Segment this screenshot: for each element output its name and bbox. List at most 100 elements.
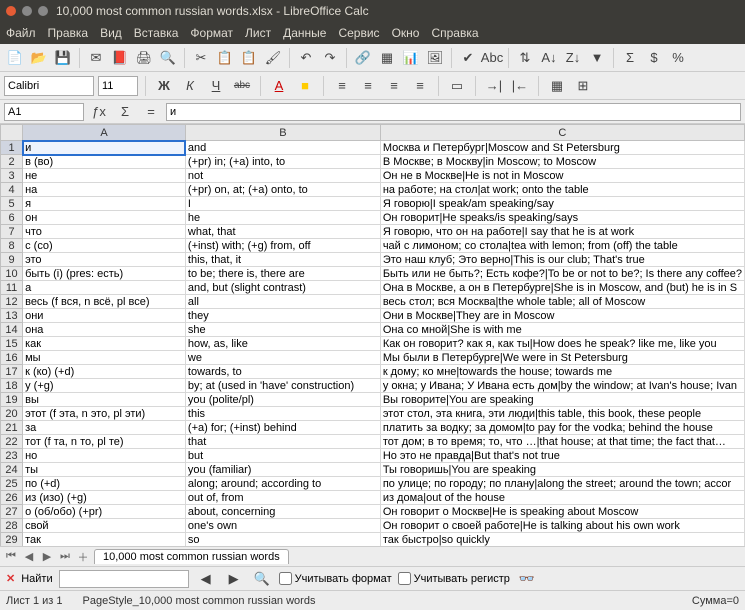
column-header[interactable]: C bbox=[380, 125, 744, 141]
cell[interactable]: к дому; ко мне|towards the house; toward… bbox=[380, 365, 744, 379]
row-header[interactable]: 29 bbox=[1, 533, 23, 547]
cell[interactable]: to be; there is, there are bbox=[185, 267, 380, 281]
function-wizard-icon[interactable]: ƒx bbox=[88, 101, 110, 123]
cell[interactable]: Они в Москве|They are in Moscow bbox=[380, 309, 744, 323]
column-header[interactable]: B bbox=[185, 125, 380, 141]
row-header[interactable]: 27 bbox=[1, 505, 23, 519]
cell[interactable]: к (ко) (+d) bbox=[23, 365, 186, 379]
cell[interactable]: they bbox=[185, 309, 380, 323]
formula-input[interactable] bbox=[166, 103, 741, 121]
cell[interactable]: ты bbox=[23, 463, 186, 477]
cell[interactable]: this bbox=[185, 407, 380, 421]
cell[interactable]: this, that, it bbox=[185, 253, 380, 267]
find-all-icon[interactable]: 🔍 bbox=[251, 568, 273, 590]
cell[interactable]: по улице; по городу; по плану|along the … bbox=[380, 477, 744, 491]
cell[interactable]: так bbox=[23, 533, 186, 547]
window-maximize-icon[interactable] bbox=[38, 6, 48, 16]
cell[interactable]: не bbox=[23, 169, 186, 183]
sum-icon[interactable]: Σ bbox=[114, 101, 136, 123]
row-header[interactable]: 9 bbox=[1, 253, 23, 267]
cell[interactable]: and bbox=[185, 141, 380, 155]
align-center-icon[interactable]: ≡ bbox=[357, 75, 379, 97]
cell[interactable]: one's own bbox=[185, 519, 380, 533]
row-header[interactable]: 1 bbox=[1, 141, 23, 155]
menu-sheet[interactable]: Лист bbox=[245, 26, 271, 40]
cell[interactable]: так быстро|so quickly bbox=[380, 533, 744, 547]
cell[interactable]: и bbox=[23, 141, 186, 155]
row-header[interactable]: 24 bbox=[1, 463, 23, 477]
font-color-icon[interactable]: A bbox=[268, 75, 290, 97]
cell[interactable]: это bbox=[23, 253, 186, 267]
cell[interactable]: you (polite/pl) bbox=[185, 393, 380, 407]
cell[interactable]: Она со мной|She is with me bbox=[380, 323, 744, 337]
row-header[interactable]: 19 bbox=[1, 393, 23, 407]
row-header[interactable]: 8 bbox=[1, 239, 23, 253]
cell[interactable]: с (со) bbox=[23, 239, 186, 253]
tab-add-icon[interactable]: ＋ bbox=[76, 550, 90, 564]
cell[interactable]: я bbox=[23, 197, 186, 211]
cell[interactable]: what, that bbox=[185, 225, 380, 239]
row-header[interactable]: 7 bbox=[1, 225, 23, 239]
row-header[interactable]: 22 bbox=[1, 435, 23, 449]
cell[interactable]: Он говорит о Москве|He is speaking about… bbox=[380, 505, 744, 519]
menu-insert[interactable]: Вставка bbox=[134, 26, 179, 40]
mail-icon[interactable]: ✉ bbox=[85, 47, 107, 69]
cell[interactable]: Она в Москве, а он в Петербурге|She is i… bbox=[380, 281, 744, 295]
find-close-icon[interactable]: ✕ bbox=[6, 572, 15, 585]
cell[interactable]: на bbox=[23, 183, 186, 197]
cell[interactable]: she bbox=[185, 323, 380, 337]
open-icon[interactable]: 📂 bbox=[28, 47, 50, 69]
cell[interactable]: за bbox=[23, 421, 186, 435]
cell[interactable]: all bbox=[185, 295, 380, 309]
cell[interactable]: свой bbox=[23, 519, 186, 533]
match-case-checkbox[interactable]: Учитывать регистр bbox=[398, 572, 510, 585]
underline-button[interactable]: Ч bbox=[205, 75, 227, 97]
cell[interactable]: этот (f эта, n это, pl эти) bbox=[23, 407, 186, 421]
cell[interactable]: В Москве; в Москву|in Moscow; to Moscow bbox=[380, 155, 744, 169]
cell[interactable]: (+a) for; (+inst) behind bbox=[185, 421, 380, 435]
menu-file[interactable]: Файл bbox=[6, 26, 36, 40]
cell[interactable]: этот стол, эта книга, эти люди|this tabl… bbox=[380, 407, 744, 421]
menu-window[interactable]: Окно bbox=[392, 26, 420, 40]
row-header[interactable]: 15 bbox=[1, 337, 23, 351]
row-header[interactable]: 25 bbox=[1, 477, 23, 491]
row-header[interactable]: 18 bbox=[1, 379, 23, 393]
indent-decrease-icon[interactable]: |← bbox=[509, 75, 531, 97]
find-prev-icon[interactable]: ◀ bbox=[195, 568, 217, 590]
format-brush-icon[interactable]: 🖌 bbox=[262, 47, 284, 69]
cell[interactable]: как bbox=[23, 337, 186, 351]
cell[interactable]: (+inst) with; (+g) from, off bbox=[185, 239, 380, 253]
cell[interactable]: by; at (used in 'have' construction) bbox=[185, 379, 380, 393]
cell[interactable]: из дома|out of the house bbox=[380, 491, 744, 505]
menu-format[interactable]: Формат bbox=[190, 26, 233, 40]
cell[interactable]: Он говорит|He speaks/is speaking/says bbox=[380, 211, 744, 225]
row-header[interactable]: 23 bbox=[1, 449, 23, 463]
save-icon[interactable]: 💾 bbox=[52, 47, 74, 69]
autospell-icon[interactable]: Abc bbox=[481, 47, 503, 69]
cell[interactable]: Как он говорит? как я, как ты|How does h… bbox=[380, 337, 744, 351]
cell[interactable]: мы bbox=[23, 351, 186, 365]
sheet-tab[interactable]: 10,000 most common russian words bbox=[94, 549, 289, 564]
row-header[interactable]: 11 bbox=[1, 281, 23, 295]
row-header[interactable]: 20 bbox=[1, 407, 23, 421]
cell[interactable]: he bbox=[185, 211, 380, 225]
cell[interactable]: вы bbox=[23, 393, 186, 407]
undo-icon[interactable]: ↶ bbox=[295, 47, 317, 69]
spellcheck-icon[interactable]: ✔ bbox=[457, 47, 479, 69]
cell[interactable]: we bbox=[185, 351, 380, 365]
currency-icon[interactable]: $ bbox=[643, 47, 665, 69]
font-size-combo[interactable] bbox=[98, 76, 138, 96]
cell[interactable]: Быть или не быть?; Есть кофе?|To be or n… bbox=[380, 267, 744, 281]
cell[interactable]: Но это не правда|But that's not true bbox=[380, 449, 744, 463]
match-format-checkbox[interactable]: Учитывать формат bbox=[279, 572, 392, 585]
grid-icon[interactable]: ⊞ bbox=[572, 75, 594, 97]
cell[interactable]: Он говорит о своей работе|He is talking … bbox=[380, 519, 744, 533]
cell[interactable]: about, concerning bbox=[185, 505, 380, 519]
row-header[interactable]: 3 bbox=[1, 169, 23, 183]
cell[interactable]: тот дом; в то время; то, что …|that hous… bbox=[380, 435, 744, 449]
cell[interactable]: но bbox=[23, 449, 186, 463]
row-header[interactable]: 28 bbox=[1, 519, 23, 533]
row-header[interactable]: 2 bbox=[1, 155, 23, 169]
menu-edit[interactable]: Правка bbox=[48, 26, 89, 40]
cell[interactable]: они bbox=[23, 309, 186, 323]
